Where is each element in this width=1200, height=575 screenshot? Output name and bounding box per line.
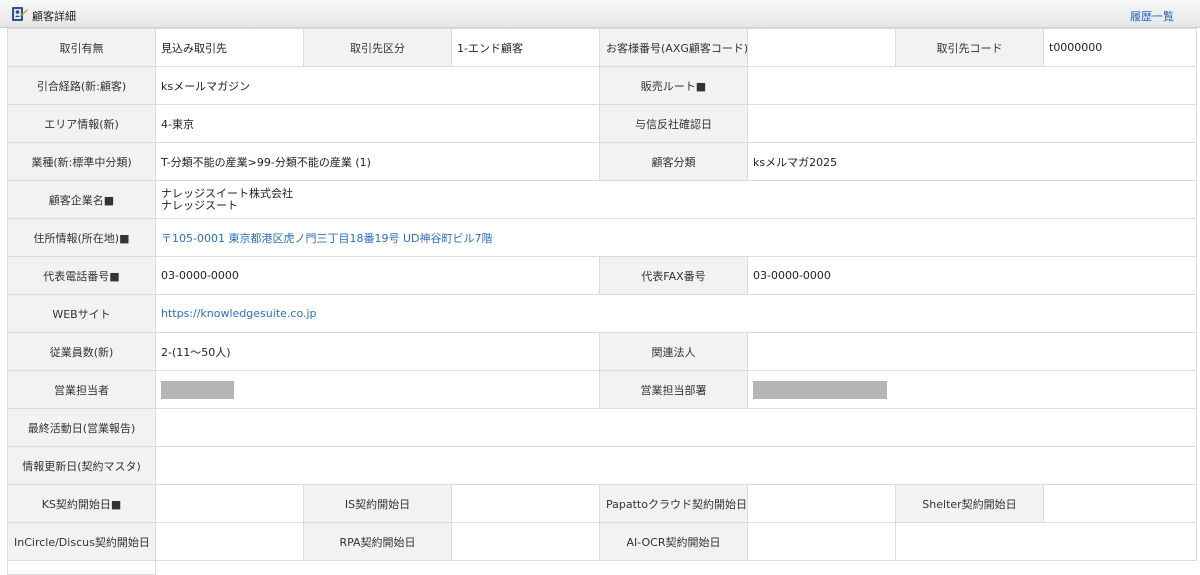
shelter-contract-value (1043, 484, 1197, 523)
table-row: 取引有無 見込み取引先 取引先区分 1-エンド顧客 お客様番号(AXG顧客コード… (7, 28, 1197, 67)
field-label: 顧客分類 (599, 142, 748, 181)
address-value: 〒105-0001 東京都港区虎ノ門三丁目18番19号 UD神谷町ビル7階 (155, 218, 1197, 257)
credit-check-value (747, 104, 1197, 143)
area-value: 4-東京 (155, 104, 600, 143)
redacted-block (753, 380, 887, 399)
papatto-contract-value (747, 484, 896, 523)
field-label: 顧客企業名■ (7, 180, 156, 219)
referral-value: ksメールマガジン (155, 66, 600, 105)
panel-header: 顧客詳細 履歴一覧 (0, 0, 1200, 28)
field-label: 販売ルート■ (599, 66, 748, 105)
sales-route-value (747, 66, 1197, 105)
field-label: エリア情報(新) (7, 104, 156, 143)
redacted-block (161, 380, 234, 399)
field-label: 営業担当者 (7, 370, 156, 409)
website-value: https://knowledgesuite.co.jp (155, 294, 1197, 333)
table-row: エリア情報(新) 4-東京 与信反社確認日 (7, 104, 1197, 143)
empty-cell (895, 522, 1197, 561)
customer-no-value (747, 28, 896, 67)
sales-rep-value (155, 370, 600, 409)
field-label: InCircle/Discus契約開始日 (7, 522, 156, 561)
table-row: WEBサイト https://knowledgesuite.co.jp (7, 294, 1197, 333)
field-label: 代表FAX番号 (599, 256, 748, 295)
field-label: 代表電話番号■ (7, 256, 156, 295)
table-row: 営業担当者 営業担当部署 (7, 370, 1197, 409)
last-activity-value (155, 408, 1197, 447)
is-contract-value (451, 484, 600, 523)
aiocr-contract-value (747, 522, 896, 561)
empty-cell (7, 560, 156, 575)
company-name-kana-line: ナレッジスート (161, 198, 238, 212)
company-name-value: ナレッジスイート株式会社 ナレッジスート (155, 180, 1197, 219)
table-row: 最終活動日(営業報告) (7, 408, 1197, 447)
field-label: 取引先区分 (303, 28, 452, 67)
field-label: 取引有無 (7, 28, 156, 67)
field-label: お客様番号(AXG顧客コード) (599, 28, 748, 67)
deal-status-value: 見込み取引先 (155, 28, 304, 67)
table-row (7, 560, 1197, 575)
table-row: KS契約開始日■ IS契約開始日 Papattoクラウド契約開始日 Shelte… (7, 484, 1197, 523)
field-label: IS契約開始日 (303, 484, 452, 523)
field-label: 取引先コード (895, 28, 1044, 67)
incircle-contract-value (155, 522, 304, 561)
table-row: 顧客企業名■ ナレッジスイート株式会社 ナレッジスート (7, 180, 1197, 219)
field-label: 営業担当部署 (599, 370, 748, 409)
rpa-contract-value (451, 522, 600, 561)
field-label: Papattoクラウド契約開始日 (599, 484, 748, 523)
fax-value: 03-0000-0000 (747, 256, 1197, 295)
field-label: AI-OCR契約開始日 (599, 522, 748, 561)
field-label: WEBサイト (7, 294, 156, 333)
table-row: InCircle/Discus契約開始日 RPA契約開始日 AI-OCR契約開始… (7, 522, 1197, 561)
table-row: 引合経路(新:顧客) ksメールマガジン 販売ルート■ (7, 66, 1197, 105)
phone-value: 03-0000-0000 (155, 256, 600, 295)
table-row: 住所情報(所在地)■ 〒105-0001 東京都港区虎ノ門三丁目18番19号 U… (7, 218, 1197, 257)
field-label: RPA契約開始日 (303, 522, 452, 561)
website-link[interactable]: https://knowledgesuite.co.jp (161, 307, 317, 320)
field-label: KS契約開始日■ (7, 484, 156, 523)
customer-book-icon (12, 7, 28, 21)
info-updated-value (155, 446, 1197, 485)
address-map-link[interactable]: 〒105-0001 東京都港区虎ノ門三丁目18番19号 UD神谷町ビル7階 (161, 232, 492, 245)
ks-contract-value (155, 484, 304, 523)
field-label: 与信反社確認日 (599, 104, 748, 143)
field-label: 住所情報(所在地)■ (7, 218, 156, 257)
field-label: 業種(新:標準中分類) (7, 142, 156, 181)
empty-cell (155, 560, 1197, 575)
customer-detail-table: 取引有無 見込み取引先 取引先区分 1-エンド顧客 お客様番号(AXG顧客コード… (7, 28, 1197, 575)
employees-value: 2-(11〜50人) (155, 332, 600, 371)
partner-code-value: t0000000 (1043, 28, 1197, 67)
partner-class-value: 1-エンド顧客 (451, 28, 600, 67)
table-row: 情報更新日(契約マスタ) (7, 446, 1197, 485)
customer-category-value: ksメルマガ2025 (747, 142, 1197, 181)
table-row: 従業員数(新) 2-(11〜50人) 関連法人 (7, 332, 1197, 371)
sales-dept-value (747, 370, 1197, 409)
page-title: 顧客詳細 (32, 10, 76, 23)
field-label: 最終活動日(営業報告) (7, 408, 156, 447)
industry-value: T-分類不能の産業>99-分類不能の産業 (1) (155, 142, 600, 181)
field-label: 従業員数(新) (7, 332, 156, 371)
affiliates-value (747, 332, 1197, 371)
history-list-link[interactable]: 履歴一覧 (1130, 8, 1174, 24)
company-name-line: ナレッジスイート株式会社 (161, 186, 293, 200)
field-label: 情報更新日(契約マスタ) (7, 446, 156, 485)
table-row: 業種(新:標準中分類) T-分類不能の産業>99-分類不能の産業 (1) 顧客分… (7, 142, 1197, 181)
field-label: Shelter契約開始日 (895, 484, 1044, 523)
field-label: 関連法人 (599, 332, 748, 371)
table-row: 代表電話番号■ 03-0000-0000 代表FAX番号 03-0000-000… (7, 256, 1197, 295)
field-label: 引合経路(新:顧客) (7, 66, 156, 105)
